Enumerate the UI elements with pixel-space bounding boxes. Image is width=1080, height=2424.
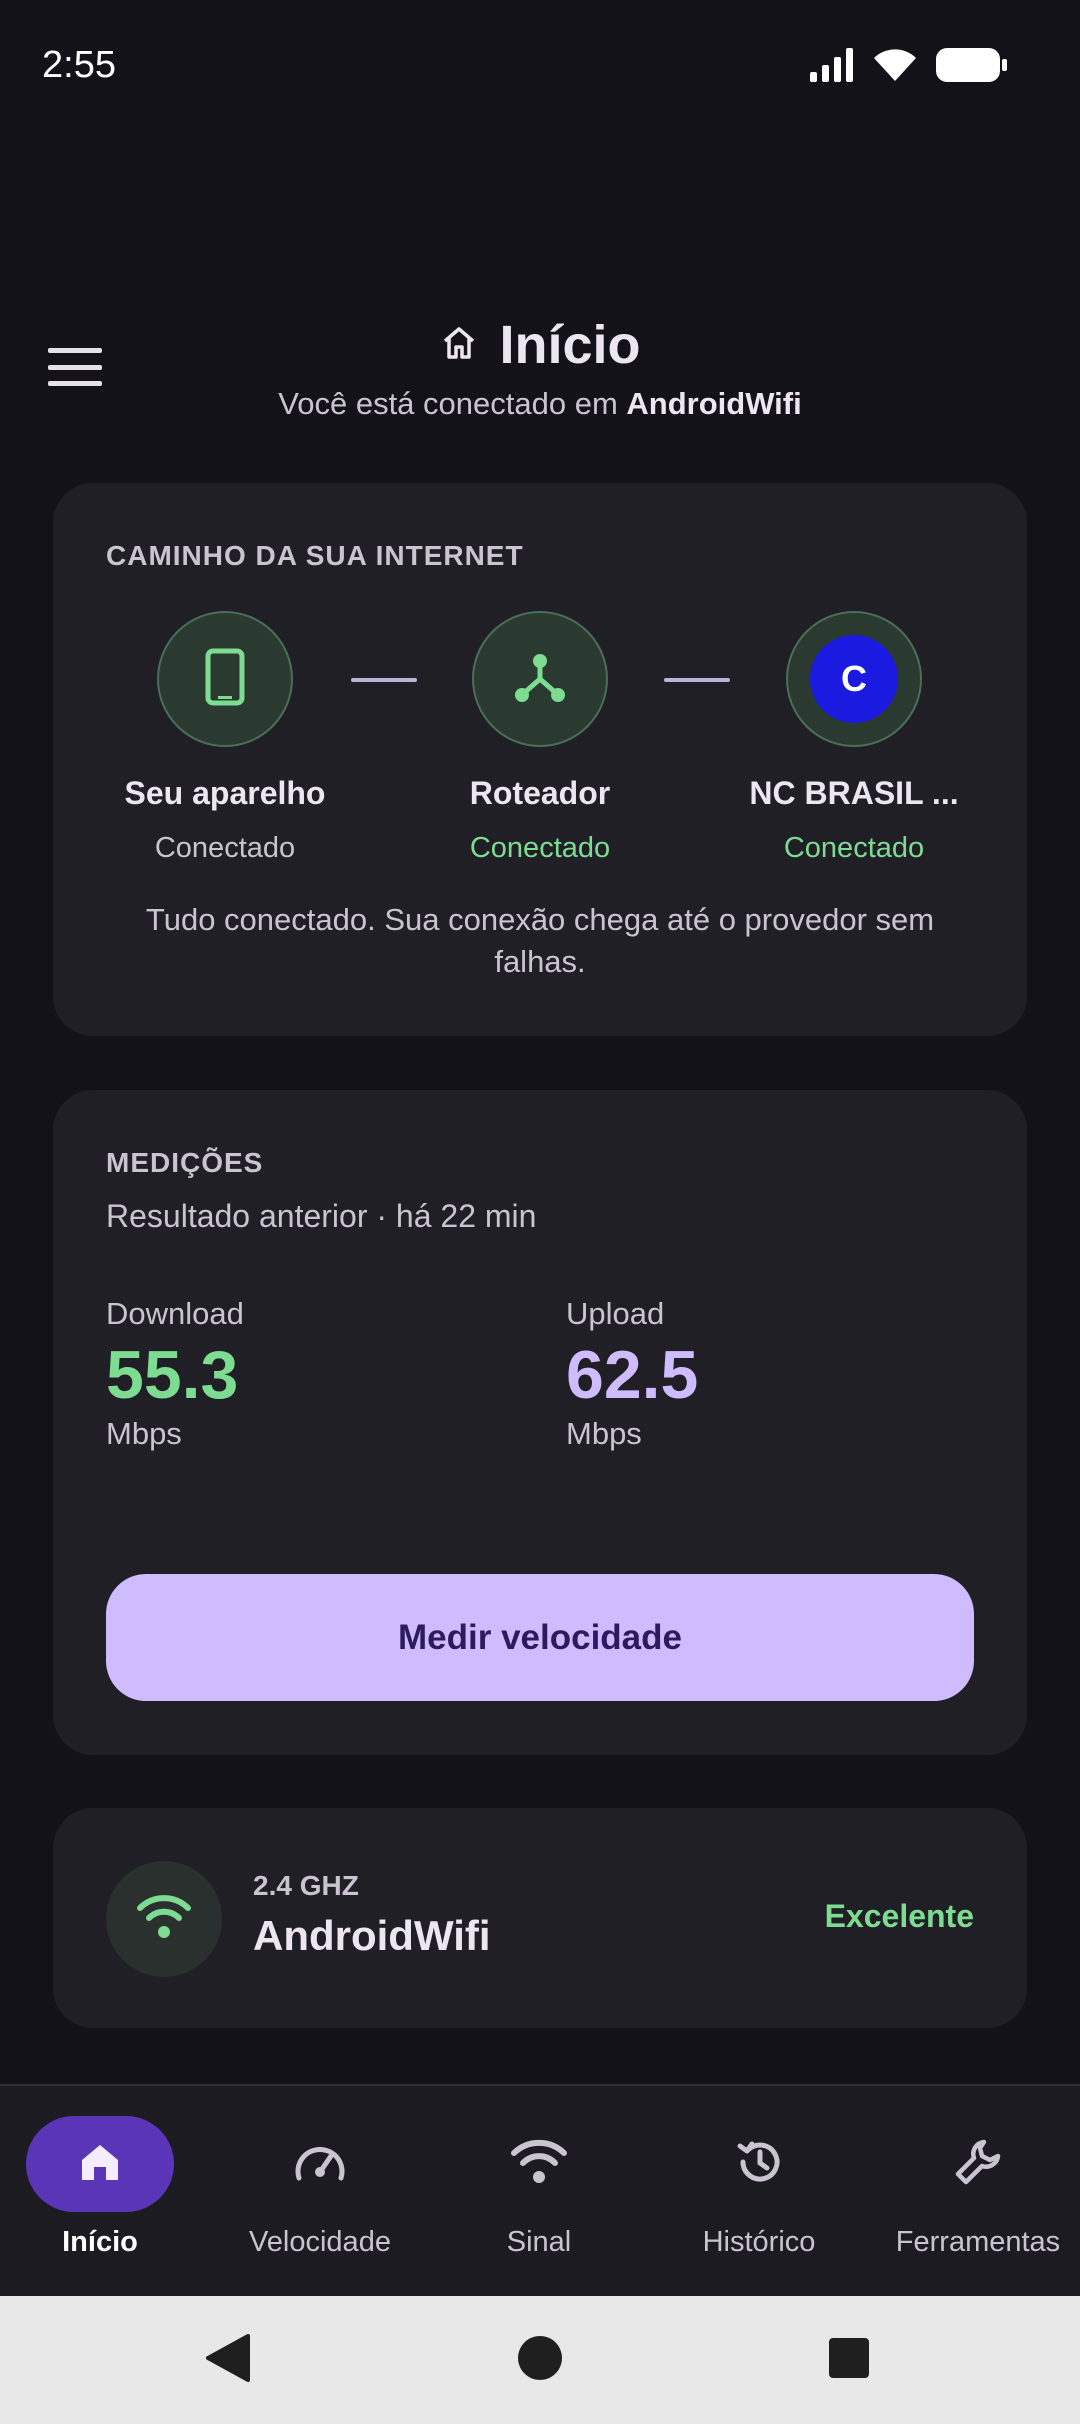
nav-item-ferramentas[interactable]: Ferramentas	[870, 2116, 1080, 2259]
nav-item-inicio[interactable]: Início	[0, 2116, 208, 2259]
nav-pill	[685, 2116, 833, 2212]
path-node-provider[interactable]: C NC BRASIL ... Conectado	[704, 611, 1004, 865]
node-name: Roteador	[469, 775, 611, 811]
signal-quality: Excelente	[824, 1898, 974, 1934]
connection-subtitle: Você está conectado em AndroidWifi	[0, 386, 1080, 422]
status-icons	[810, 48, 1008, 87]
history-icon	[733, 2136, 785, 2193]
wifi-band: 2.4 GHZ	[253, 1870, 359, 1901]
node-status: Conectado	[154, 832, 296, 864]
subtitle-prefix: Você está conectado em	[278, 386, 627, 421]
page-title: Início	[499, 315, 641, 375]
measurements-label: MEDIÇÕES	[106, 1147, 264, 1178]
phone-icon	[205, 648, 245, 711]
node-status: Conectado	[469, 832, 611, 864]
home-icon	[439, 323, 479, 368]
status-bar: 2:55	[0, 0, 1080, 140]
speedometer-icon	[293, 2138, 347, 2191]
nav-pill	[246, 2116, 394, 2212]
download-unit: Mbps	[106, 1416, 182, 1451]
node-status: Conectado	[783, 832, 925, 864]
signal-icon	[810, 48, 854, 87]
node-circle	[157, 611, 293, 747]
measurements-card: MEDIÇÕES Resultado anterior · há 22 min …	[53, 1090, 1027, 1755]
previous-result: Resultado anterior · há 22 min	[106, 1198, 537, 1234]
path-card-label: CAMINHO DA SUA INTERNET	[106, 540, 524, 571]
wifi-icon	[510, 2139, 568, 2190]
node-circle	[472, 611, 608, 747]
provider-icon: C	[810, 635, 898, 723]
page-title-row: Início	[0, 314, 1080, 376]
internet-path-card: CAMINHO DA SUA INTERNET Seu aparelho Con…	[53, 483, 1027, 1036]
upload-unit: Mbps	[566, 1416, 642, 1451]
nav-label: Histórico	[702, 2226, 816, 2258]
back-icon[interactable]	[204, 2332, 252, 2389]
download-value: 55.3	[106, 1337, 239, 1413]
nav-pill	[904, 2116, 1052, 2212]
subtitle-network: AndroidWifi	[626, 386, 802, 421]
router-icon	[512, 649, 568, 710]
nav-pill	[465, 2116, 613, 2212]
nav-label: Velocidade	[249, 2226, 391, 2258]
path-node-device[interactable]: Seu aparelho Conectado	[75, 611, 375, 865]
provider-letter: C	[841, 658, 867, 699]
wifi-ssid: AndroidWifi	[253, 1912, 491, 1959]
upload-label: Upload	[566, 1296, 665, 1331]
upload-value: 62.5	[566, 1337, 699, 1413]
node-circle: C	[786, 611, 922, 747]
system-navigation-bar	[0, 2296, 1080, 2424]
wifi-icon	[136, 1894, 192, 1945]
status-time: 2:55	[42, 44, 116, 86]
nav-item-sinal[interactable]: Sinal	[431, 2116, 647, 2259]
home-circle-icon[interactable]	[516, 2332, 564, 2389]
upload-metric: Upload 62.5 Mbps	[566, 1296, 698, 1452]
node-name: NC BRASIL ...	[749, 775, 959, 811]
recents-icon[interactable]	[826, 2332, 872, 2389]
node-name: Seu aparelho	[124, 775, 326, 811]
app-header: Início Você está conectado em AndroidWif…	[0, 300, 1080, 440]
path-node-router[interactable]: Roteador Conectado	[390, 611, 690, 865]
battery-icon	[936, 48, 1008, 87]
nav-label: Ferramentas	[895, 2226, 1061, 2258]
path-footer-text: Tudo conectado. Sua conexão chega até o …	[145, 902, 935, 979]
nav-item-historico[interactable]: Histórico	[651, 2116, 867, 2259]
home-icon	[76, 2138, 124, 2191]
wrench-icon	[952, 2136, 1004, 2193]
measure-speed-button[interactable]: Medir velocidade	[106, 1574, 974, 1701]
bottom-navigation: Início Velocidade Sinal Histórico Ferram…	[0, 2084, 1080, 2296]
nav-item-velocidade[interactable]: Velocidade	[212, 2116, 428, 2259]
wifi-icon	[872, 48, 918, 87]
download-metric: Download 55.3 Mbps	[106, 1296, 244, 1452]
nav-label: Início	[62, 2226, 138, 2258]
nav-pill	[26, 2116, 174, 2212]
wifi-network-card[interactable]: 2.4 GHZ AndroidWifi Excelente	[53, 1808, 1027, 2028]
download-label: Download	[106, 1296, 244, 1331]
wifi-icon-circle	[106, 1861, 222, 1977]
nav-label: Sinal	[506, 2226, 572, 2258]
